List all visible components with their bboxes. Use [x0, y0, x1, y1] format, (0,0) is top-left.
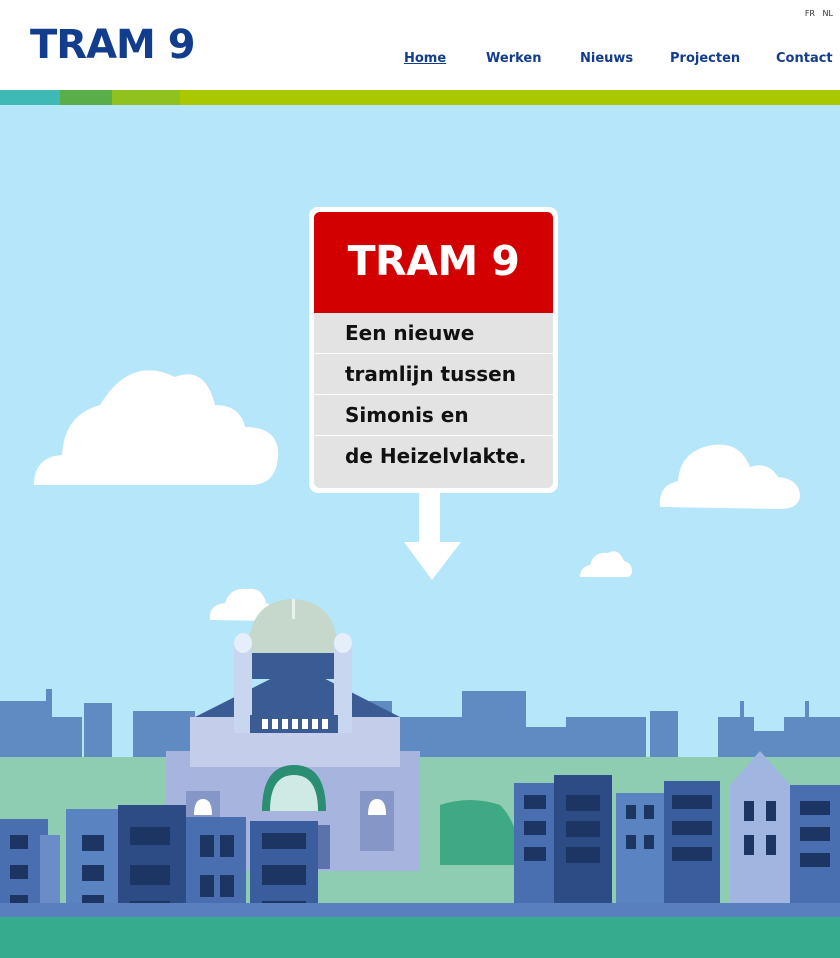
sign-line: Een nieuwe: [314, 313, 553, 354]
language-fr[interactable]: FR: [805, 9, 815, 18]
sign-header: TRAM 9: [314, 212, 553, 313]
nav-projecten[interactable]: Projecten: [670, 51, 740, 66]
site-header: TRAM 9 FR NL Home Werken Nieuws Projecte…: [0, 0, 840, 90]
tram-sign: TRAM 9 Een nieuwe tramlijn tussen Simoni…: [309, 207, 558, 493]
nav-home[interactable]: Home: [404, 51, 446, 66]
sign-title: TRAM 9: [347, 237, 520, 285]
sign-line: tramlijn tussen: [314, 354, 553, 395]
sign-line: Simonis en: [314, 395, 553, 436]
nav-werken[interactable]: Werken: [486, 51, 541, 66]
nav-contact[interactable]: Contact: [776, 51, 833, 66]
color-stripe: [0, 90, 840, 105]
language-nl[interactable]: NL: [823, 9, 833, 18]
main-nav: Home Werken Nieuws Projecten Contact: [0, 51, 840, 69]
sign-line: de Heizelvlakte.: [345, 444, 527, 468]
language-switcher: FR NL: [800, 9, 833, 18]
sign-body: Een nieuwe tramlijn tussen Simonis en de…: [314, 313, 553, 488]
nav-nieuws[interactable]: Nieuws: [580, 51, 633, 66]
